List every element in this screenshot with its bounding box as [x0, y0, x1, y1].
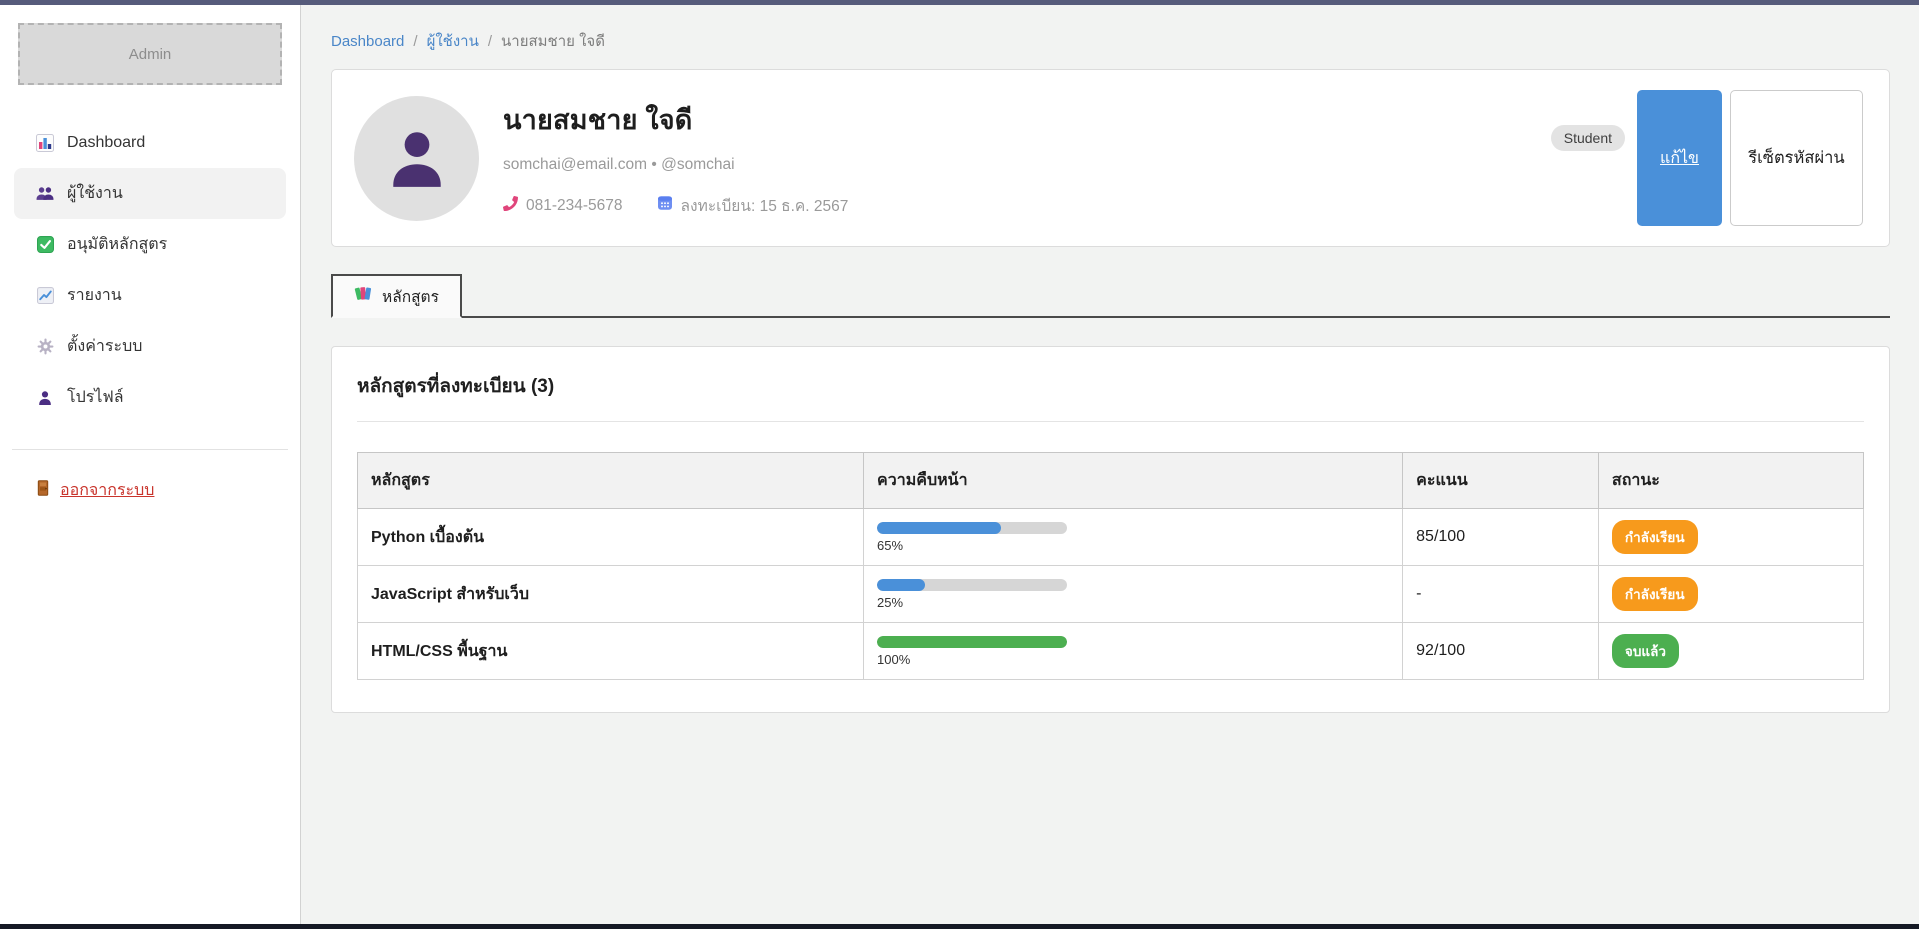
- status-badge: จบแล้ว: [1612, 634, 1679, 668]
- table-row: JavaScript สำหรับเว็บ 25% - กำลังเรียน: [358, 566, 1864, 623]
- column-header-progress: ความคืบหน้า: [864, 453, 1403, 509]
- profile-meta: 081-234-5678 ลงทะเบียน: 15 ธ.ค. 2567: [503, 193, 1551, 218]
- sidebar-item-course-approval[interactable]: อนุมัติหลักสูตร: [14, 219, 286, 270]
- profile-actions: Student แก้ไข รีเซ็ตรหัสผ่าน: [1551, 90, 1863, 226]
- tab-courses-label: หลักสูตร: [382, 284, 439, 309]
- course-name: HTML/CSS พื้นฐาน: [358, 623, 864, 680]
- phone-number: 081-234-5678: [526, 197, 623, 215]
- progress-bar: [877, 636, 1067, 648]
- trend-chart-icon: [36, 287, 54, 305]
- gear-icon: [36, 338, 54, 356]
- progress-label: 25%: [877, 595, 1389, 610]
- app-layout: Admin Dashboard ผู้ใช้งาน: [0, 5, 1919, 924]
- sidebar-item-users[interactable]: ผู้ใช้งาน: [14, 168, 286, 219]
- sidebar: Admin Dashboard ผู้ใช้งาน: [0, 5, 301, 924]
- admin-logo[interactable]: Admin: [18, 23, 282, 85]
- books-icon: [354, 285, 373, 307]
- breadcrumb-separator: /: [413, 33, 417, 50]
- sidebar-item-label: โปรไฟล์: [67, 385, 124, 410]
- bottom-edge-bar: [0, 924, 1919, 929]
- breadcrumb: Dashboard / ผู้ใช้งาน / นายสมชาย ใจดี: [331, 29, 1890, 53]
- profile-name: นายสมชาย ใจดี: [503, 98, 1551, 141]
- logout-link[interactable]: ออกจากระบบ: [36, 478, 154, 503]
- profile-info: นายสมชาย ใจดี somchai@email.com • @somch…: [503, 98, 1551, 218]
- status-badge: กำลังเรียน: [1612, 520, 1698, 554]
- score-value: -: [1403, 566, 1599, 623]
- breadcrumb-separator: /: [488, 33, 492, 50]
- score-value: 85/100: [1403, 509, 1599, 566]
- sidebar-item-settings[interactable]: ตั้งค่าระบบ: [14, 321, 286, 372]
- main-content: Dashboard / ผู้ใช้งาน / นายสมชาย ใจดี นา…: [301, 5, 1919, 924]
- door-icon: [36, 480, 50, 501]
- progress-bar: [877, 522, 1067, 534]
- person-avatar-icon: [384, 125, 450, 191]
- courses-table-head: หลักสูตร ความคืบหน้า คะแนน สถานะ: [358, 453, 1864, 509]
- tab-bar: หลักสูตร: [331, 274, 1890, 318]
- sidebar-item-dashboard[interactable]: Dashboard: [14, 117, 286, 168]
- sidebar-item-reports[interactable]: รายงาน: [14, 270, 286, 321]
- breadcrumb-link-users[interactable]: ผู้ใช้งาน: [427, 29, 479, 53]
- courses-title: หลักสูตรที่ลงทะเบียน (3): [357, 371, 1864, 401]
- progress-bar: [877, 579, 1067, 591]
- courses-divider: [357, 421, 1864, 422]
- edit-button[interactable]: แก้ไข: [1637, 90, 1722, 226]
- breadcrumb-link-dashboard[interactable]: Dashboard: [331, 33, 404, 50]
- course-name: Python เบื้องต้น: [358, 509, 864, 566]
- course-name: JavaScript สำหรับเว็บ: [358, 566, 864, 623]
- registered-item: ลงทะเบียน: 15 ธ.ค. 2567: [657, 193, 849, 218]
- profile-email: somchai@email.com • @somchai: [503, 156, 1551, 174]
- column-header-course: หลักสูตร: [358, 453, 864, 509]
- sidebar-item-label: ตั้งค่าระบบ: [67, 334, 142, 359]
- column-header-score: คะแนน: [1403, 453, 1599, 509]
- status-badge: กำลังเรียน: [1612, 577, 1698, 611]
- sidebar-divider: [12, 449, 288, 450]
- sidebar-item-label: Dashboard: [67, 134, 145, 152]
- sidebar-item-profile[interactable]: โปรไฟล์: [14, 372, 286, 423]
- avatar: [354, 96, 479, 221]
- sidebar-item-label: อนุมัติหลักสูตร: [67, 232, 167, 257]
- phone-icon: [503, 196, 518, 216]
- role-badge: Student: [1551, 125, 1625, 151]
- tab-courses[interactable]: หลักสูตร: [331, 274, 462, 318]
- column-header-status: สถานะ: [1598, 453, 1863, 509]
- logout-label: ออกจากระบบ: [60, 478, 154, 503]
- table-row: HTML/CSS พื้นฐาน 100% 92/100 จบแล้ว: [358, 623, 1864, 680]
- score-value: 92/100: [1403, 623, 1599, 680]
- users-icon: [36, 185, 54, 203]
- sidebar-item-label: รายงาน: [67, 283, 122, 308]
- reset-password-button[interactable]: รีเซ็ตรหัสผ่าน: [1730, 90, 1863, 226]
- courses-card: หลักสูตรที่ลงทะเบียน (3) หลักสูตร ความคื…: [331, 346, 1890, 713]
- breadcrumb-current: นายสมชาย ใจดี: [501, 29, 605, 53]
- bar-chart-icon: [36, 134, 54, 152]
- page: Admin Dashboard ผู้ใช้งาน: [0, 0, 1919, 929]
- table-row: Python เบื้องต้น 65% 85/100 กำลังเรียน: [358, 509, 1864, 566]
- check-box-icon: [36, 236, 54, 254]
- calendar-icon: [657, 195, 673, 216]
- courses-table: หลักสูตร ความคืบหน้า คะแนน สถานะ Python …: [357, 452, 1864, 680]
- progress-label: 100%: [877, 652, 1389, 667]
- profile-card: นายสมชาย ใจดี somchai@email.com • @somch…: [331, 69, 1890, 247]
- registered-date: ลงทะเบียน: 15 ธ.ค. 2567: [681, 193, 849, 218]
- person-icon: [36, 389, 54, 407]
- sidebar-nav: Dashboard ผู้ใช้งาน อนุมัติหลักสูตร: [0, 117, 300, 423]
- progress-label: 65%: [877, 538, 1389, 553]
- sidebar-item-label: ผู้ใช้งาน: [67, 181, 123, 206]
- phone-item: 081-234-5678: [503, 196, 623, 216]
